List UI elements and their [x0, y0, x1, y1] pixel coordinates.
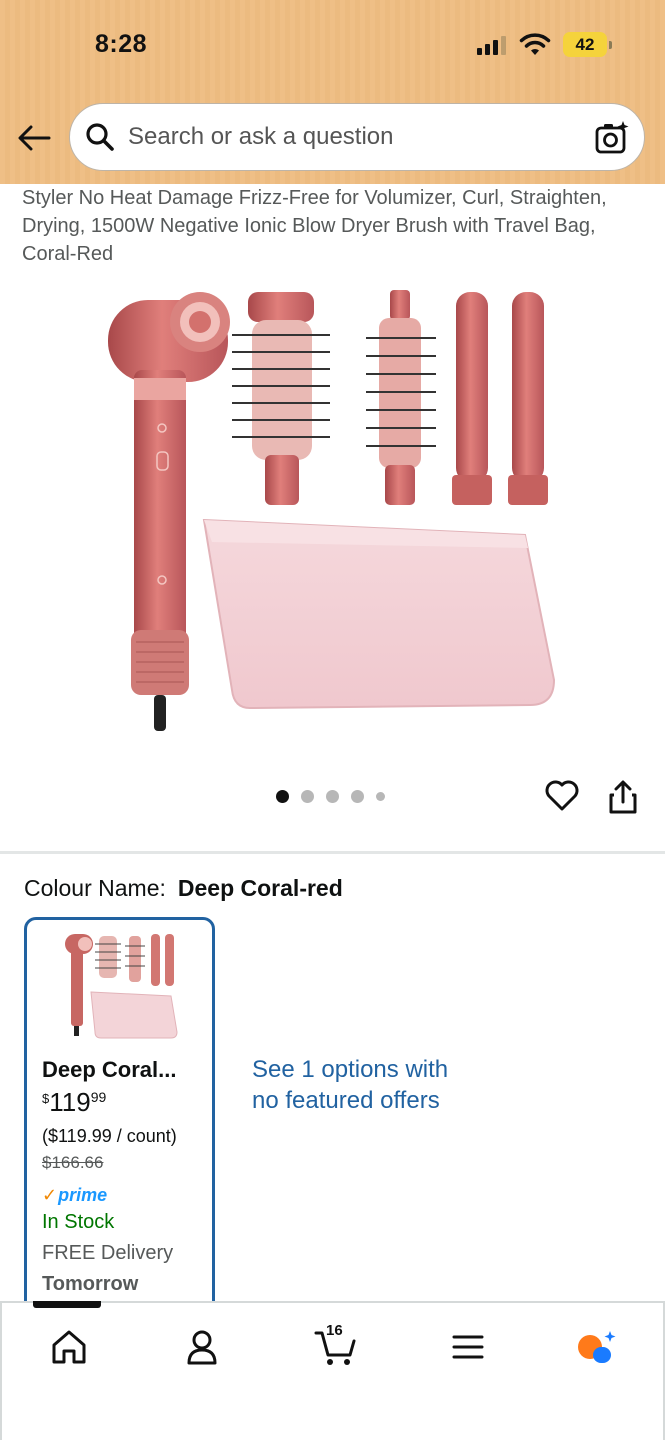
section-divider: [0, 851, 665, 854]
stock-status: In Stock: [42, 1211, 115, 1233]
unit-price: ($119.99 / count): [42, 1126, 177, 1146]
product-title: Styler No Heat Damage Frizz-Free for Vol…: [22, 187, 607, 265]
prime-check-icon: ✓: [42, 1185, 58, 1205]
delivery-text: FREE Delivery: [42, 1242, 174, 1264]
cart-count: 16: [326, 1322, 343, 1339]
battery-indicator: 42: [563, 32, 612, 57]
search-placeholder: Search or ask a question: [128, 123, 394, 150]
carousel-dot[interactable]: [301, 790, 314, 803]
price-cents: 99: [90, 1089, 107, 1105]
product-page: 8:28 42 Search or ask a question Styler …: [0, 0, 665, 1440]
swatch-price: $11999: [42, 1087, 106, 1118]
carousel-dot[interactable]: [351, 790, 364, 803]
carousel-dot[interactable]: [326, 790, 339, 803]
price-currency: $: [42, 1091, 50, 1106]
list-price: $166.66: [42, 1153, 104, 1172]
back-arrow-icon: [18, 125, 51, 151]
status-icons: 42: [477, 32, 612, 57]
status-time: 8:28: [95, 30, 148, 58]
search-icon: [84, 121, 116, 153]
camera-search-icon[interactable]: [594, 120, 630, 156]
prime-badge: ✓ prime: [42, 1185, 107, 1206]
colour-value: Deep Coral-red: [177, 875, 343, 901]
rufus-icon[interactable]: [576, 1327, 616, 1367]
price-whole: 119: [49, 1087, 91, 1117]
search-input[interactable]: Search or ask a question: [69, 103, 645, 171]
menu-icon[interactable]: [448, 1327, 488, 1367]
product-image[interactable]: [100, 280, 570, 735]
signal-icon: [477, 35, 506, 55]
account-icon[interactable]: [182, 1327, 222, 1367]
colour-swatch-card[interactable]: Deep Coral... $11999 ($119.99 / count) $…: [24, 917, 215, 1317]
home-icon[interactable]: [49, 1327, 89, 1367]
prime-label: prime: [58, 1185, 108, 1205]
colour-label: Colour Name:: [24, 875, 166, 901]
heart-icon[interactable]: [544, 778, 580, 814]
swatch-thumbnail: [65, 934, 178, 1039]
back-button[interactable]: [14, 118, 54, 158]
swatch-name: Deep Coral...: [42, 1057, 177, 1082]
image-carousel-dots[interactable]: [276, 790, 385, 803]
carousel-dot[interactable]: [276, 790, 289, 803]
active-tab-indicator: [33, 1301, 101, 1308]
wifi-icon: [519, 32, 551, 55]
share-icon[interactable]: [606, 780, 640, 816]
see-options-link[interactable]: See 1 options with no featured offers: [252, 1054, 452, 1116]
carousel-dot[interactable]: [376, 792, 385, 801]
header: 8:28 42 Search or ask a question: [0, 0, 665, 184]
colour-name-row: Colour Name: Deep Coral-red: [24, 875, 343, 902]
delivery-day: Tomorrow: [42, 1273, 139, 1295]
